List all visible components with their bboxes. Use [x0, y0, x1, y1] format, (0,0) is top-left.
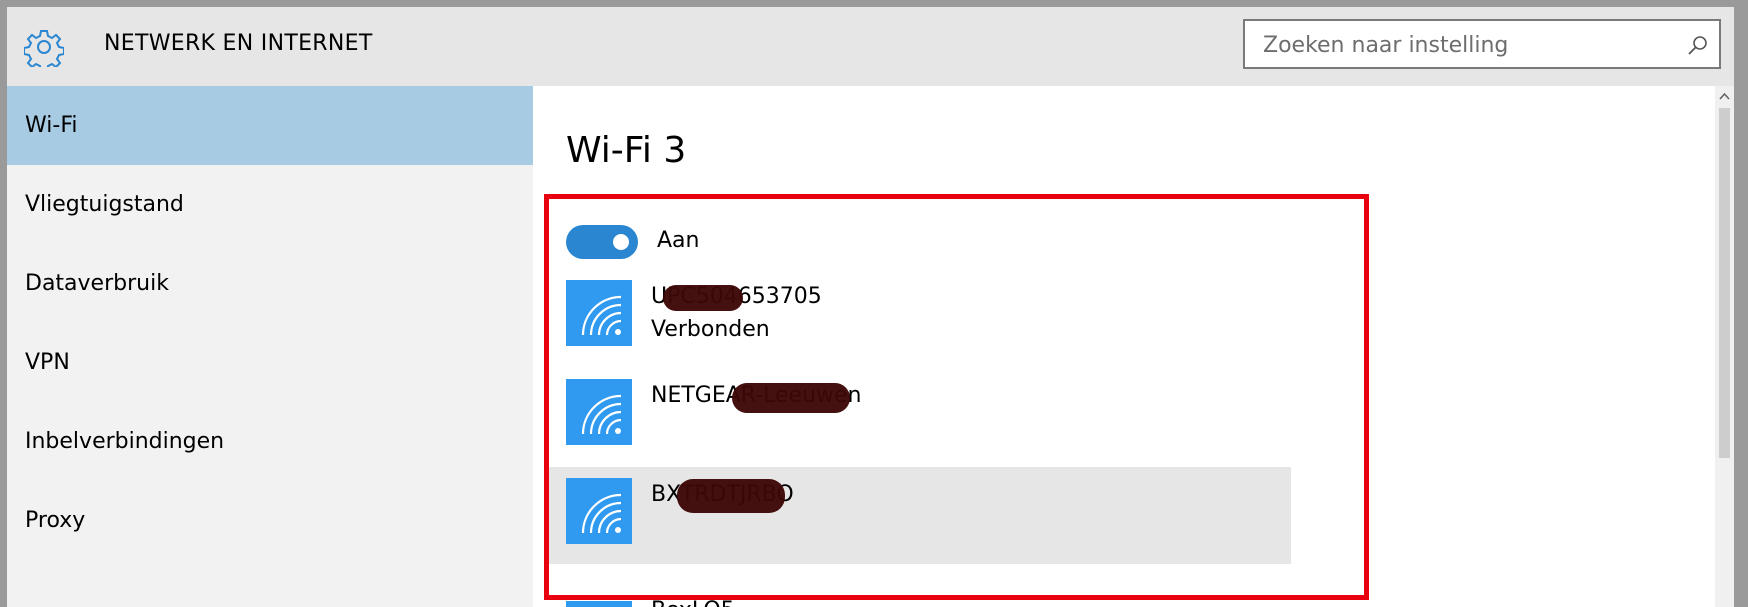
search-icon[interactable] — [1687, 34, 1709, 56]
sidebar-item-vliegtuigstand[interactable]: Vliegtuigstand — [7, 165, 533, 244]
redaction-mark — [732, 383, 850, 413]
sidebar-item-vpn[interactable]: VPN — [7, 323, 533, 402]
toggle-label: Aan — [657, 228, 700, 253]
network-item[interactable]: NETGEAR-Leeuwen — [547, 368, 1291, 465]
scrollbar[interactable] — [1715, 86, 1734, 607]
network-item[interactable]: UPC504653705 Verbonden — [547, 269, 1291, 366]
search-input[interactable] — [1261, 30, 1665, 60]
network-name: BoxLO5 — [651, 598, 735, 607]
page-title: Wi-Fi 3 — [566, 130, 687, 171]
wifi-signal-icon — [566, 478, 632, 544]
network-status: Verbonden — [651, 317, 770, 342]
sidebar-item-dataverbruik[interactable]: Dataverbruik — [7, 244, 533, 323]
sidebar-item-inbelverbindingen[interactable]: Inbelverbindingen — [7, 402, 533, 481]
scroll-up-arrow-icon[interactable] — [1717, 88, 1732, 102]
header-bar: NETWERK EN INTERNET — [7, 7, 1734, 86]
wifi-signal-icon — [566, 280, 632, 346]
sidebar: Wi-Fi Vliegtuigstand Dataverbruik VPN In… — [7, 86, 533, 607]
app-title: NETWERK EN INTERNET — [104, 31, 373, 56]
gear-icon — [23, 27, 65, 72]
wifi-signal-icon — [566, 379, 632, 445]
main-content: Wi-Fi 3 Aan UPC504653705 Verbonden — [533, 86, 1734, 607]
sidebar-item-wifi[interactable]: Wi-Fi — [7, 86, 533, 165]
settings-window: NETWERK EN INTERNET Wi-Fi Vliegtuigstand… — [7, 7, 1734, 607]
sidebar-item-proxy[interactable]: Proxy — [7, 481, 533, 560]
network-item[interactable]: BXTRDTJRBO — [547, 467, 1291, 564]
wifi-toggle[interactable] — [566, 225, 638, 259]
toggle-knob — [613, 234, 629, 250]
search-box[interactable] — [1243, 19, 1721, 69]
wifi-signal-icon — [566, 601, 632, 607]
scroll-thumb[interactable] — [1719, 108, 1730, 458]
redaction-mark — [663, 285, 743, 311]
redaction-mark — [677, 479, 785, 513]
